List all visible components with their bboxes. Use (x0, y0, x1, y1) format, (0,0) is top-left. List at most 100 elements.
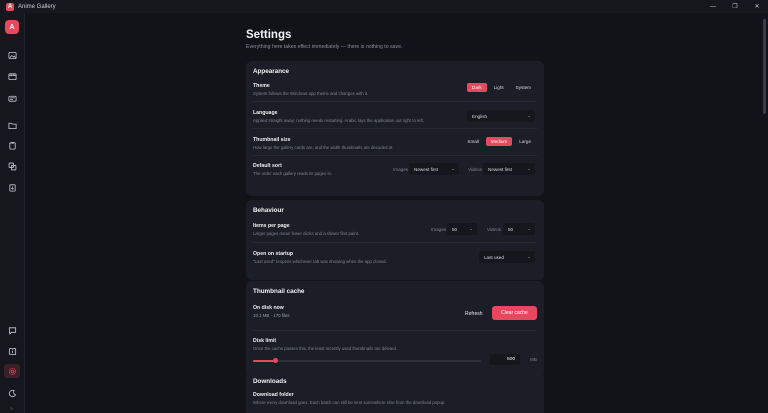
window-controls: — ❐ ✕ (702, 0, 768, 13)
divider (253, 330, 537, 331)
info-icon (8, 347, 16, 355)
sort-videos-label: Videos (468, 167, 482, 172)
clipboard-icon (8, 141, 16, 150)
size-option-medium[interactable]: Medium (485, 137, 513, 146)
id-card-icon (7, 95, 17, 102)
disk-limit-slider-thumb[interactable] (273, 358, 279, 363)
disk-limit-slider[interactable] (253, 358, 481, 363)
ipp-videos-select[interactable]: 50 ⌄ (503, 223, 535, 235)
divider (253, 242, 537, 243)
appearance-title: Appearance (253, 68, 290, 75)
thumbnail-size-label: Thumbnail size (253, 137, 291, 143)
nav-chat[interactable] (4, 323, 20, 337)
divider (253, 155, 537, 156)
avatar-letter: A (9, 23, 15, 31)
disk-limit-unit: MB (530, 357, 537, 362)
sort-videos-select[interactable]: Newest first ⌄ (483, 163, 535, 175)
nav-theme[interactable] (4, 386, 20, 400)
items-per-page-label: Items per page (253, 223, 290, 229)
sort-images-value: Newest first (414, 166, 438, 172)
sort-images-select[interactable]: Newest first ⌄ (409, 163, 459, 175)
theme-option-system[interactable]: System (511, 83, 536, 92)
open-on-startup-desc: "Last used" reopens whichever tab was sh… (253, 259, 387, 264)
chevron-down-icon: ⌄ (527, 254, 531, 259)
language-desc: Applied straight away; nothing needs res… (253, 118, 425, 123)
language-value: English (472, 113, 488, 119)
open-on-startup-value: Last used (484, 254, 504, 260)
moon-icon (8, 389, 16, 397)
disk-limit-desc: Once the cache passes this, the least re… (253, 346, 398, 351)
sort-images-label: Images (393, 167, 409, 172)
default-sort-desc: The order each gallery reads its pages i… (253, 171, 333, 176)
disk-limit-label: Disk limit (253, 338, 277, 344)
chevron-down-icon: ⌄ (527, 226, 531, 231)
nav-images[interactable] (4, 48, 20, 62)
download-folder-label: Download folder (253, 392, 294, 398)
clear-cache-label: Clear cache (501, 310, 528, 316)
language-label: Language (253, 110, 278, 116)
maximize-button[interactable]: ❐ (724, 0, 746, 13)
nav-downloads[interactable] (4, 180, 20, 194)
app-title: Anime Gallery (18, 3, 56, 10)
disk-limit-input[interactable]: 500 (490, 354, 520, 365)
app-logo-icon: A (6, 2, 14, 11)
app-logo-letter: A (7, 3, 13, 10)
sort-videos-value: Newest first (488, 166, 512, 172)
default-sort-label: Default sort (253, 163, 282, 169)
theme-option-dark[interactable]: Dark (467, 83, 487, 92)
nav-info[interactable] (4, 344, 20, 358)
behaviour-title: Behaviour (253, 207, 284, 214)
on-disk-label: On disk now (253, 305, 284, 311)
collapse-sidebar-toggle[interactable]: » (10, 406, 13, 412)
ipp-videos-value: 50 (508, 226, 514, 232)
film-icon (7, 72, 17, 80)
divider (253, 128, 537, 129)
download-clipboard-icon (8, 183, 16, 192)
size-option-large[interactable]: Large (514, 137, 536, 146)
thumbnail-size-desc: How large the gallery cards are, and the… (253, 145, 394, 150)
title-bar: A Anime Gallery — ❐ ✕ (0, 0, 768, 13)
refresh-button[interactable]: Refresh (465, 311, 483, 317)
disk-limit-value: 500 (506, 357, 515, 362)
ipp-images-label: Images (431, 227, 447, 232)
thumbnail-cache-title: Thumbnail cache (253, 288, 305, 295)
downloads-card: Downloads Download folder Where every do… (246, 371, 544, 413)
nav-folders[interactable] (4, 118, 20, 132)
close-button[interactable]: ✕ (746, 0, 768, 13)
clear-cache-button[interactable]: Clear cache (492, 306, 537, 320)
chevron-down-icon: ⌄ (451, 166, 455, 171)
minimize-button[interactable]: — (702, 0, 724, 13)
nav-clipboard[interactable] (4, 138, 20, 152)
nav-settings[interactable] (4, 364, 20, 378)
ipp-images-select[interactable]: 50 ⌄ (447, 223, 477, 235)
ipp-images-value: 50 (452, 226, 458, 232)
chevron-down-icon: ⌄ (527, 113, 531, 118)
ipp-videos-label: Videos (487, 227, 501, 232)
sidebar: A » (0, 13, 25, 413)
language-select[interactable]: English ⌄ (467, 110, 535, 122)
theme-label: Theme (253, 83, 270, 89)
page-title: Settings (246, 29, 292, 41)
open-on-startup-select[interactable]: Last used ⌄ (479, 251, 535, 263)
download-folder-desc: Where every download goes. Each batch ca… (253, 400, 446, 405)
copy-icon (8, 162, 16, 170)
size-option-small[interactable]: Small (462, 137, 484, 146)
divider (253, 101, 537, 102)
chevron-down-icon: ⌄ (469, 226, 473, 231)
open-on-startup-label: Open on startup (253, 251, 294, 257)
downloads-title: Downloads (253, 378, 287, 385)
on-disk-size: 10.1 MB · 170 files (253, 313, 290, 318)
nav-cards[interactable] (4, 91, 20, 105)
image-icon (7, 51, 17, 59)
items-per-page-desc: Larger pages mean fewer clicks and a slo… (253, 231, 360, 236)
nav-videos[interactable] (4, 69, 20, 83)
scrollbar[interactable] (763, 19, 766, 114)
gear-icon (8, 367, 16, 375)
settings-page: Settings Everything here takes effect im… (26, 13, 768, 413)
nav-copy[interactable] (4, 159, 20, 173)
avatar[interactable]: A (5, 20, 19, 34)
theme-option-light[interactable]: Light (489, 83, 509, 92)
page-subtitle: Everything here takes effect immediately… (246, 44, 403, 50)
theme-desc: System follows the Windows app theme and… (253, 91, 369, 96)
appearance-card: Appearance Theme System follows the Wind… (246, 61, 544, 196)
